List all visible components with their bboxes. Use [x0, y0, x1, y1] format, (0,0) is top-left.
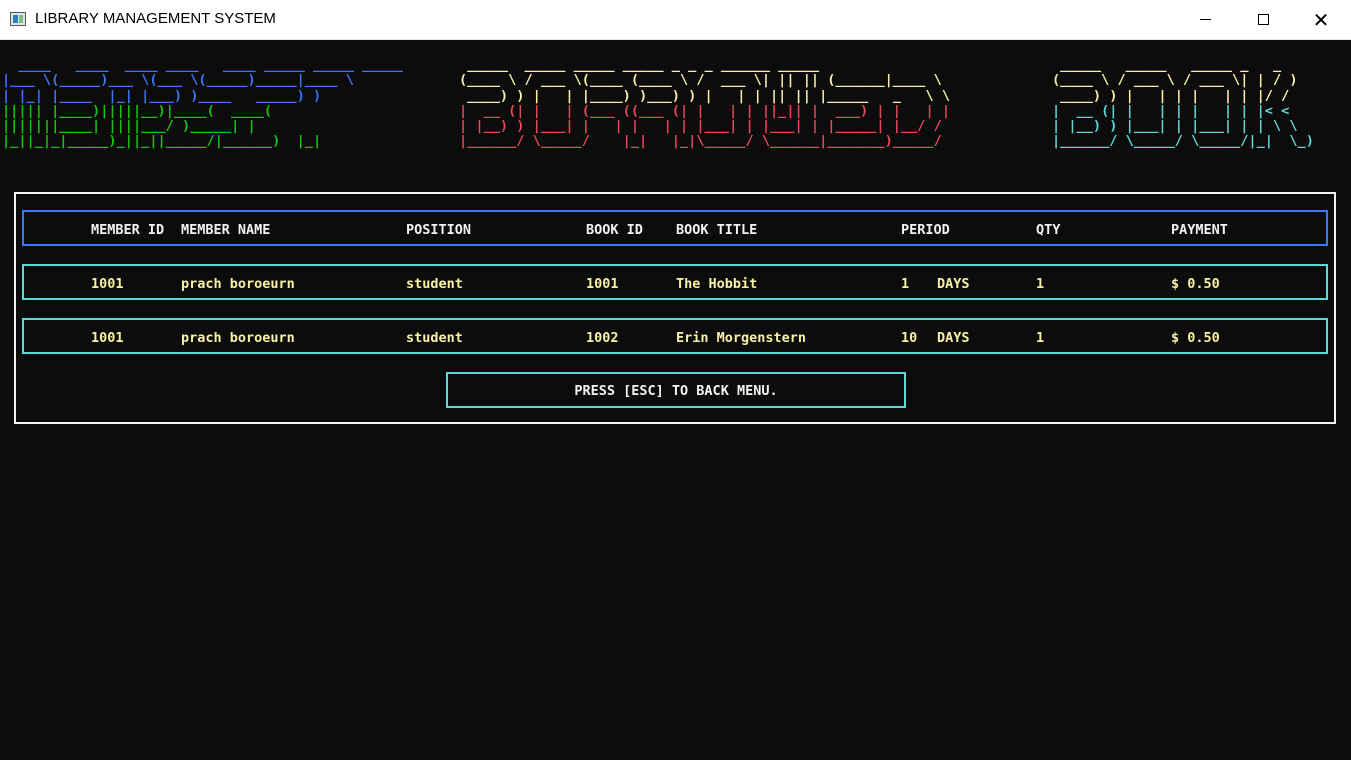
minimize-icon: [1199, 19, 1211, 20]
header-period: PERIOD: [901, 222, 950, 238]
cell-period-unit: DAYS: [937, 330, 970, 346]
close-icon: ✕: [1312, 7, 1330, 32]
header-position: POSITION: [406, 222, 472, 238]
header-book-title: BOOK TITLE: [676, 222, 758, 238]
maximize-button[interactable]: [1234, 0, 1292, 39]
table-row: 1001 prach boroeurn student 1001 The Hob…: [22, 264, 1328, 300]
cell-book-id: 1001: [586, 276, 619, 292]
cell-period: 10: [901, 330, 918, 346]
cell-book-id: 1002: [586, 330, 619, 346]
console-app-icon: [10, 12, 26, 26]
banner-member-bottom: ||||| |____)|||||__)|____( ____( |||||||…: [2, 102, 322, 150]
cell-payment: $ 0.50: [1171, 330, 1220, 346]
cell-payment: $ 0.50: [1171, 276, 1220, 292]
maximize-icon: [1257, 14, 1269, 25]
back-menu-prompt[interactable]: PRESS [ESC] TO BACK MENU.: [446, 372, 906, 408]
table-row: 1001 prach boroeurn student 1002 Erin Mo…: [22, 318, 1328, 354]
back-menu-label: PRESS [ESC] TO BACK MENU.: [574, 383, 778, 399]
banner-book: _____ _____ _____ _ _ (____ \ / ___ \ / …: [1052, 57, 1314, 150]
cell-period: 1: [901, 276, 910, 292]
cell-member-id: 1001: [91, 276, 124, 292]
cell-member-id: 1001: [91, 330, 124, 346]
cell-qty: 1: [1036, 276, 1045, 292]
cell-position: student: [406, 330, 463, 346]
cell-book-title: The Hobbit: [676, 276, 758, 292]
cell-period-unit: DAYS: [937, 276, 970, 292]
banner-borrowed: _____ _____ _____ _____ _ _ _ ______ ___…: [459, 57, 951, 150]
cell-member-name: prach boroeurn: [181, 330, 295, 346]
cell-book-title: Erin Morgenstern: [676, 330, 807, 346]
table-header-row: MEMBER ID MEMBER NAME POSITION BOOK ID B…: [22, 210, 1328, 246]
header-payment: PAYMENT: [1171, 222, 1228, 238]
header-qty: QTY: [1036, 222, 1061, 238]
cell-qty: 1: [1036, 330, 1045, 346]
close-button[interactable]: ✕: [1292, 0, 1350, 39]
header-book-id: BOOK ID: [586, 222, 643, 238]
banner-book-top: _____ _____ _____ _ _ (____ \ / ___ \ / …: [1052, 57, 1298, 104]
cell-position: student: [406, 276, 463, 292]
banner-member: ____ ____ ____ ____ ____ _____ _____ ___…: [2, 57, 411, 150]
header-member-name: MEMBER NAME: [181, 222, 271, 238]
banner-book-bottom: | __ (| | | | | | | |< < | |__) ) |___| …: [1052, 102, 1314, 150]
header-member-id: MEMBER ID: [91, 222, 165, 238]
window-title: LIBRARY MANAGEMENT SYSTEM: [35, 10, 276, 27]
banner-borrowed-bottom: | __ (| | | (___ ((___ (| | | | ||_|| | …: [459, 102, 951, 150]
cell-member-name: prach boroeurn: [181, 276, 295, 292]
banner-member-top: ____ ____ ____ ____ ____ _____ _____ ___…: [2, 57, 404, 104]
minimize-button[interactable]: [1176, 0, 1234, 39]
window-titlebar: LIBRARY MANAGEMENT SYSTEM ✕: [0, 0, 1351, 40]
banner-borrowed-top: _____ _____ _____ _____ _ _ _ ______ ___…: [459, 57, 951, 104]
